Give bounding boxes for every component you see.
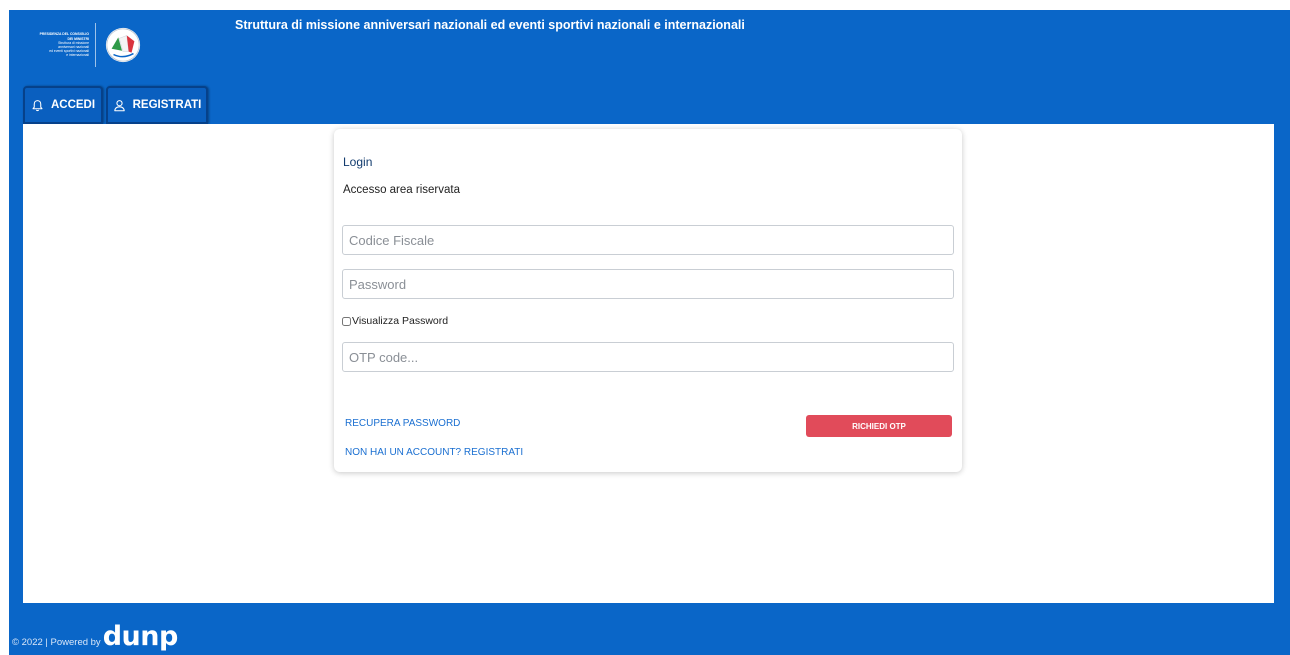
tab-label: ACCEDI <box>50 99 96 111</box>
logo-text: PRESIDENZA DEL CONSIGLIO DEI MINISTRI St… <box>18 23 96 67</box>
show-password-checkbox[interactable] <box>342 316 351 326</box>
password-input[interactable] <box>342 269 954 299</box>
register-link[interactable]: NON HAI UN ACCOUNT? REGISTRATI <box>345 447 523 458</box>
login-title: Login <box>343 155 373 169</box>
footer-brand-logo: dunp <box>102 621 179 652</box>
tab-registrati[interactable]: REGISTRATI <box>106 86 208 124</box>
otp-input[interactable] <box>342 342 954 372</box>
page-frame: PRESIDENZA DEL CONSIGLIO DEI MINISTRI St… <box>9 10 1290 655</box>
footer-copyright: © 2022 | Powered by <box>12 637 101 648</box>
show-password-toggle[interactable]: Visualizza Password <box>342 315 448 327</box>
main-panel: Login Accesso area riservata Visualizza … <box>23 124 1274 603</box>
login-card: Login Accesso area riservata Visualizza … <box>334 129 962 472</box>
footer: © 2022 | Powered by dunp <box>12 621 179 652</box>
emblem-icon <box>105 27 141 63</box>
site-title: Struttura di missione anniversari nazion… <box>235 18 745 32</box>
recover-password-link[interactable]: RECUPERA PASSWORD <box>345 418 460 429</box>
request-otp-button[interactable]: RICHIEDI OTP <box>806 415 952 437</box>
login-subtitle: Accesso area riservata <box>343 184 460 196</box>
tab-label: REGISTRATI <box>132 99 202 111</box>
user-icon <box>113 99 125 111</box>
tab-accedi[interactable]: ACCEDI <box>23 86 103 124</box>
show-password-label: Visualizza Password <box>352 315 449 327</box>
codice-fiscale-input[interactable] <box>342 225 954 255</box>
logo: PRESIDENZA DEL CONSIGLIO DEI MINISTRI St… <box>18 16 158 74</box>
logo-line: e internazionali <box>66 53 89 58</box>
bell-icon <box>32 99 43 111</box>
